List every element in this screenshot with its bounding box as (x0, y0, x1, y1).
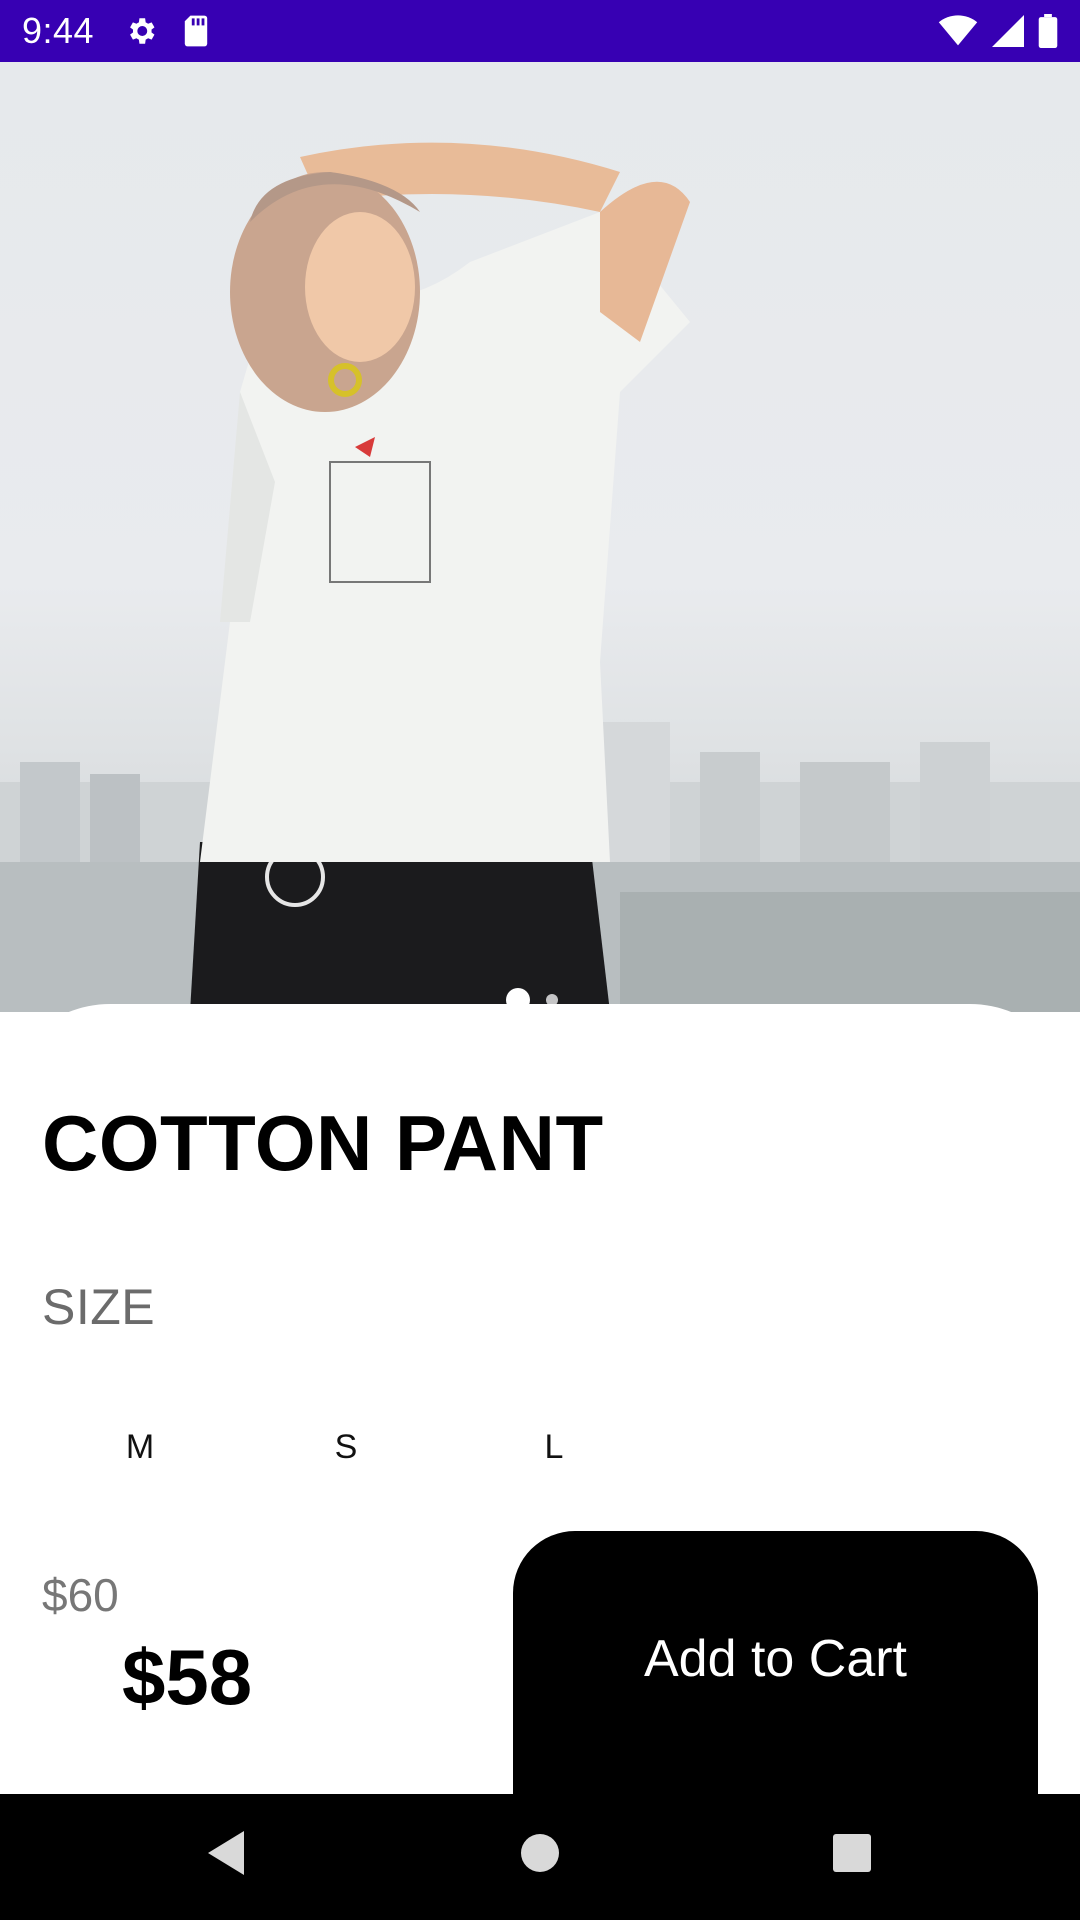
size-option-s[interactable]: S (316, 1428, 376, 1467)
back-icon[interactable] (204, 1828, 248, 1883)
battery-icon (1038, 14, 1058, 48)
size-label: SIZE (42, 1279, 156, 1335)
size-option-m[interactable]: M (110, 1428, 170, 1467)
sd-card-icon (182, 14, 210, 48)
recents-icon[interactable] (830, 1828, 874, 1883)
system-navigation-bar (0, 1794, 1080, 1920)
add-to-cart-label: Add to Cart (643, 1630, 908, 1688)
settings-icon (124, 14, 158, 48)
product-image[interactable] (0, 62, 1080, 1012)
size-options: M S L (0, 1428, 700, 1478)
add-to-cart-button[interactable]: Add to Cart (513, 1531, 1038, 1794)
status-bar: 9:44 (0, 0, 1080, 62)
home-icon[interactable] (518, 1828, 562, 1883)
sale-price: $58 (122, 1633, 253, 1721)
product-photo-illustration (0, 142, 1080, 1012)
wifi-icon (938, 15, 978, 47)
product-title: COTTON PANT (42, 1099, 604, 1187)
size-option-l[interactable]: L (524, 1428, 584, 1467)
original-price: $60 (42, 1569, 119, 1621)
cell-signal-icon (992, 15, 1024, 47)
status-time: 9:44 (22, 10, 95, 51)
